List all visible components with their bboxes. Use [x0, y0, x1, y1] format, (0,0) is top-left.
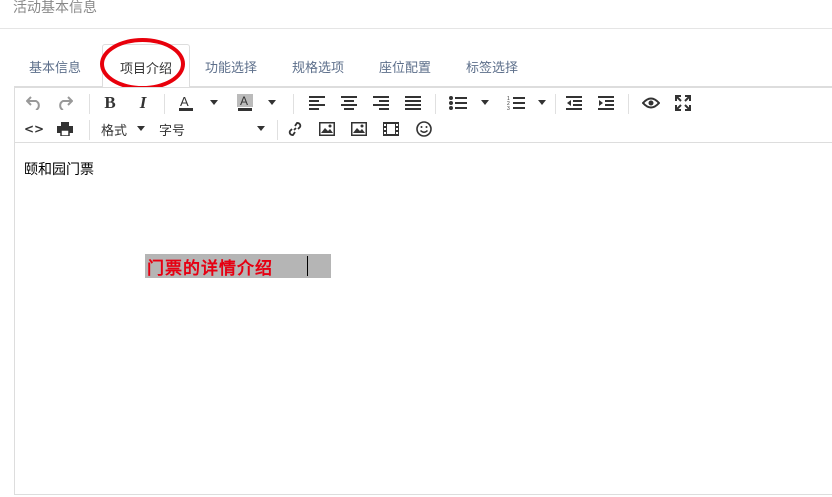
toolbar-separator [89, 94, 90, 114]
align-right-icon[interactable] [370, 92, 392, 114]
fontsize-dropdown[interactable]: 字号 [159, 120, 185, 139]
toolbar-separator [293, 94, 294, 114]
toolbar-separator [89, 120, 90, 140]
content-paragraph-title: 颐和园门票 [24, 162, 94, 178]
toolbar-separator [277, 120, 278, 140]
numbered-list-icon[interactable]: 123 [505, 92, 527, 114]
rich-text-editor: B I A A 1 2 3 <> 格式 字号 颐和园门票 门票的详情介绍 [14, 86, 832, 495]
svg-text:A: A [180, 94, 189, 109]
outdent-icon[interactable] [563, 92, 585, 114]
toolbar-separator [164, 94, 165, 114]
media-icon[interactable] [380, 118, 402, 140]
undo-icon[interactable] [23, 92, 45, 114]
fullscreen-icon[interactable] [672, 92, 694, 114]
text-color-icon[interactable]: A [175, 92, 197, 114]
tab-bar: 基本信息 项目介绍 功能选择 规格选项 座位配置 标签选择 [14, 44, 832, 88]
tab-basic-info[interactable]: 基本信息 [29, 57, 81, 76]
numbered-list-caret[interactable] [538, 100, 546, 105]
svg-text:3: 3 [507, 106, 510, 110]
text-color-caret[interactable] [210, 100, 218, 105]
align-center-icon[interactable] [338, 92, 360, 114]
italic-icon[interactable]: I [132, 92, 154, 114]
image-icon[interactable] [316, 118, 338, 140]
bullet-list-icon[interactable] [447, 92, 469, 114]
content-paragraph-detail-selected: 门票的详情介绍 [145, 254, 331, 279]
preview-icon[interactable] [640, 92, 662, 114]
indent-icon[interactable] [595, 92, 617, 114]
toolbar-row-1: B I A A 1 2 3 [15, 92, 832, 118]
tab-seat-config[interactable]: 座位配置 [379, 57, 431, 76]
redo-icon[interactable] [54, 92, 76, 114]
tab-function-select[interactable]: 功能选择 [205, 57, 257, 76]
toolbar-separator [435, 94, 436, 114]
svg-text:A: A [240, 94, 248, 108]
align-left-icon[interactable] [306, 92, 328, 114]
fontsize-dropdown-caret[interactable] [257, 126, 265, 131]
editor-content-area[interactable]: 颐和园门票 门票的详情介绍 [15, 144, 832, 494]
image2-icon[interactable] [348, 118, 370, 140]
toolbar-separator [628, 94, 629, 114]
print-icon[interactable] [54, 118, 76, 140]
bold-icon[interactable]: B [99, 92, 121, 114]
emoticon-icon[interactable] [413, 118, 435, 140]
page-title: 活动基本信息 [13, 0, 97, 16]
toolbar-separator [555, 94, 556, 114]
text-cursor [307, 256, 308, 276]
bullet-list-caret[interactable] [481, 100, 489, 105]
tab-spec-options[interactable]: 规格选项 [292, 57, 344, 76]
content-detail-text: 门票的详情介绍 [147, 259, 273, 279]
background-color-caret[interactable] [268, 100, 276, 105]
link-icon[interactable] [284, 118, 306, 140]
format-dropdown[interactable]: 格式 [101, 120, 127, 139]
editor-toolbar: B I A A 1 2 3 <> 格式 字号 [15, 87, 832, 143]
toolbar-row-2: <> 格式 字号 [15, 118, 832, 144]
tab-project-intro[interactable]: 项目介绍 [102, 44, 190, 88]
page-header: 活动基本信息 [0, 0, 832, 29]
source-code-icon[interactable]: <> [23, 118, 45, 140]
tab-tag-select[interactable]: 标签选择 [466, 57, 518, 76]
background-color-icon[interactable]: A [234, 92, 256, 114]
format-dropdown-caret[interactable] [137, 126, 145, 131]
align-justify-icon[interactable] [402, 92, 424, 114]
